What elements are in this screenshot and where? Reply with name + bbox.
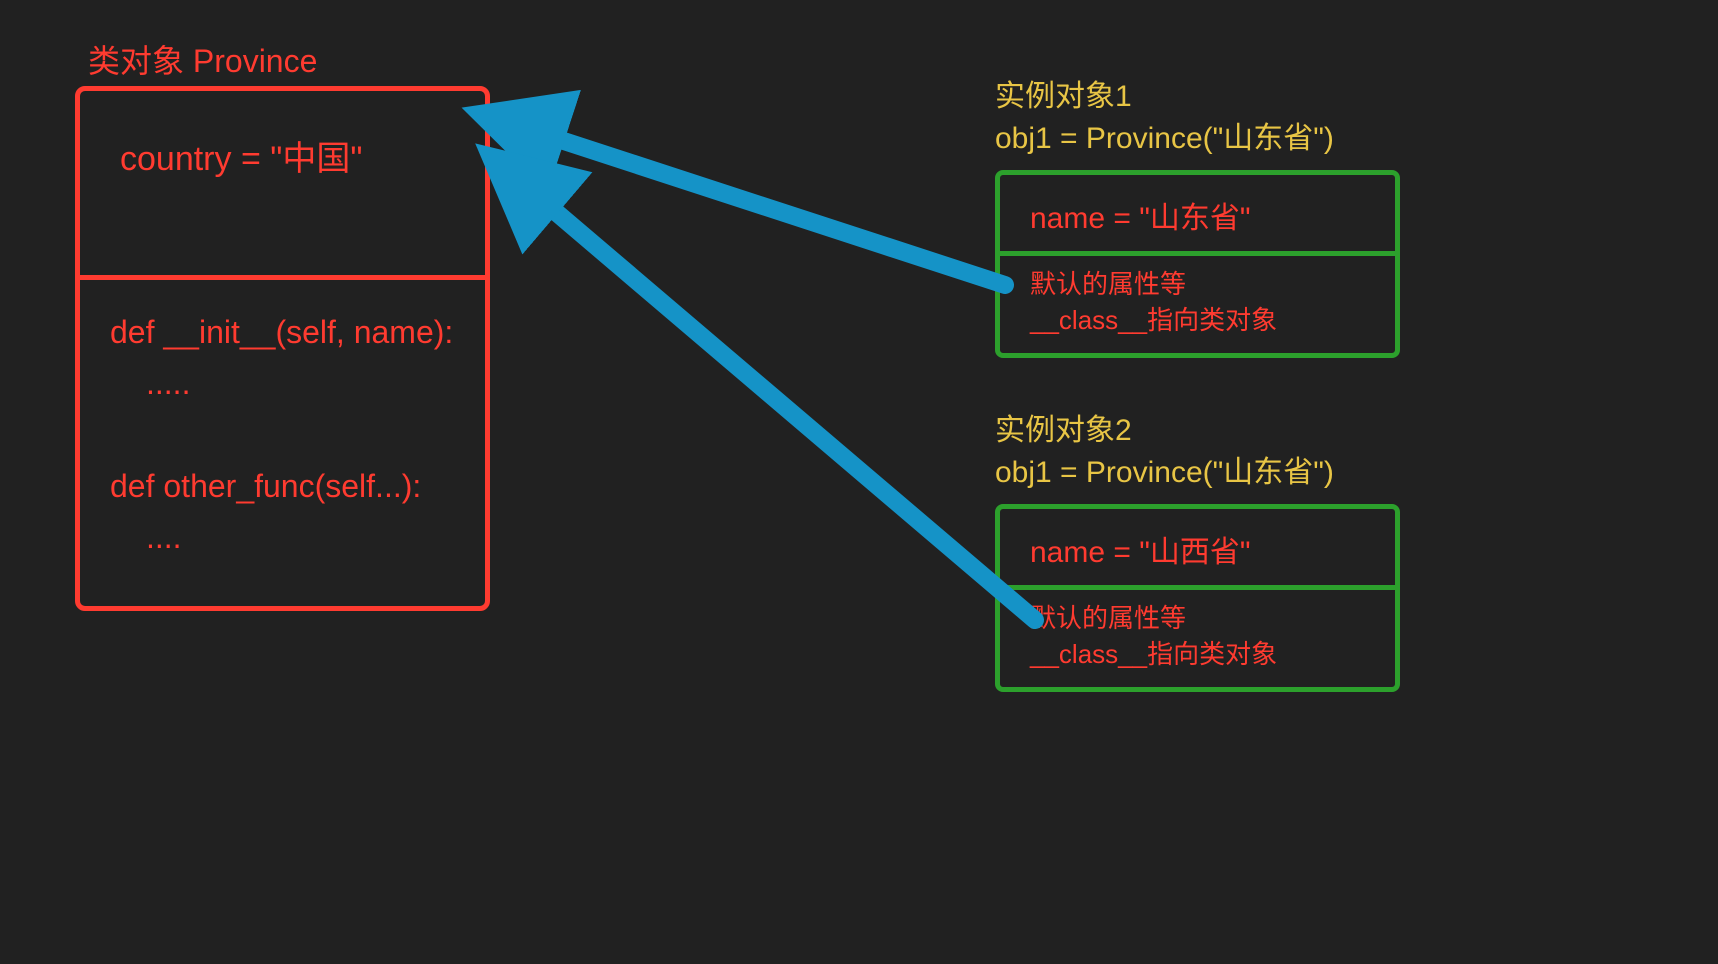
method-init-body: ..... (110, 358, 453, 409)
instance-object-1: 实例对象1 obj1 = Province("山东省") name = "山东省… (995, 76, 1400, 358)
arrow-instance1-to-class (530, 130, 1005, 285)
instance-2-label: 实例对象2 obj1 = Province("山东省") (995, 410, 1400, 494)
instance-2-default-line1: 默认的属性等 (1030, 600, 1375, 636)
class-object-box: country = "中国" def __init__(self, name):… (75, 86, 490, 611)
instance-1-label-line1: 实例对象1 (995, 76, 1400, 118)
instance-1-default-line1: 默认的属性等 (1030, 266, 1375, 302)
class-methods-section: def __init__(self, name): ..... def othe… (80, 287, 473, 583)
instance-1-default-line2: __class__指向类对象 (1030, 302, 1375, 338)
instance-1-label-line2: obj1 = Province("山东省") (995, 118, 1400, 160)
instance-2-label-line1: 实例对象2 (995, 410, 1400, 452)
instance-2-box: name = "山西省" 默认的属性等 __class__指向类对象 (995, 504, 1400, 692)
class-object-title: 类对象 Province (88, 36, 317, 82)
instance-2-defaults: 默认的属性等 __class__指向类对象 (1000, 590, 1395, 687)
class-box-divider (75, 275, 490, 280)
instance-1-defaults: 默认的属性等 __class__指向类对象 (1000, 256, 1395, 353)
method-init: def __init__(self, name): (110, 307, 453, 358)
method-other: def other_func(self...): (110, 461, 453, 512)
class-attributes-section: country = "中国" (80, 91, 485, 271)
class-attribute-text: country = "中国" (120, 131, 455, 180)
instance-2-attribute: name = "山西省" (1000, 509, 1395, 585)
instance-object-2: 实例对象2 obj1 = Province("山东省") name = "山西省… (995, 410, 1400, 692)
instance-2-label-line2: obj1 = Province("山东省") (995, 452, 1400, 494)
arrow-instance2-to-class (530, 190, 1035, 620)
instance-1-label: 实例对象1 obj1 = Province("山东省") (995, 76, 1400, 160)
method-other-body: .... (110, 512, 453, 563)
instance-2-default-line2: __class__指向类对象 (1030, 636, 1375, 672)
instance-1-attribute: name = "山东省" (1000, 175, 1395, 251)
instance-1-box: name = "山东省" 默认的属性等 __class__指向类对象 (995, 170, 1400, 358)
